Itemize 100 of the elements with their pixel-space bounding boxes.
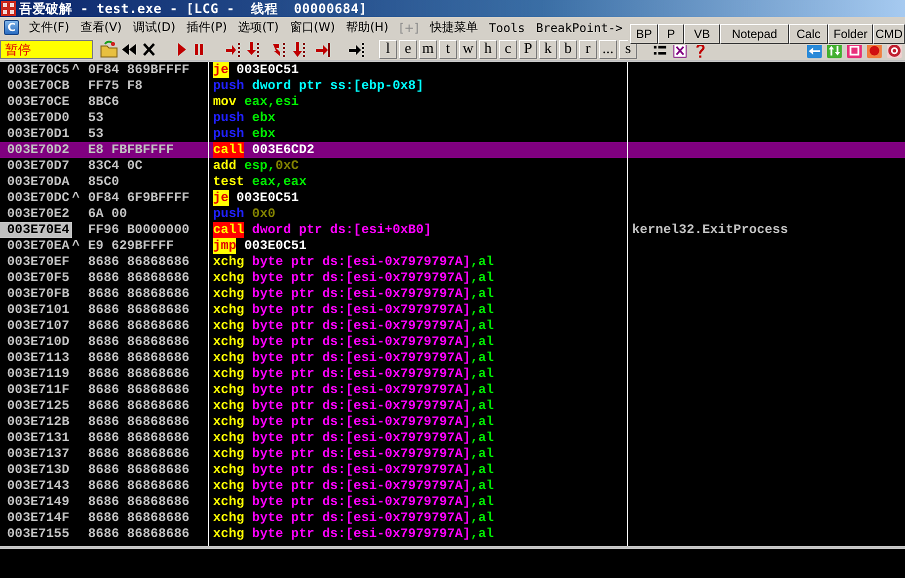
hex-cell: 8686 86868686 [88, 478, 190, 493]
quick-button[interactable]: BP [630, 24, 658, 44]
menu-item[interactable]: Tools [484, 18, 531, 37]
arrow-icon[interactable] [244, 40, 262, 58]
menu-item[interactable]: 调试(D) [128, 18, 182, 37]
menu-item[interactable]: BreakPoint-> [530, 18, 629, 37]
toolbar-button[interactable]: l [379, 40, 397, 58]
mnemonic-label: xchg [213, 286, 244, 302]
address-cell: 003E70D2 [6, 142, 70, 158]
toolbar-button[interactable]: w [459, 40, 477, 58]
address-cell: 003E70F5 [6, 270, 70, 286]
address-cell: 003E70E4 [6, 222, 70, 238]
operand-text: eax,eax [252, 174, 307, 190]
mnemonic-label: xchg [213, 510, 244, 526]
up-down-arrows-icon[interactable] [825, 45, 843, 59]
hex-cell: FF75 F8 [88, 78, 143, 93]
back-arrow-icon[interactable] [805, 45, 823, 59]
toolbar-button[interactable]: ... [599, 40, 617, 58]
hex-cell: 8686 86868686 [88, 286, 190, 301]
arrow-icon[interactable] [290, 40, 308, 58]
menu-item[interactable]: 查看(V) [75, 18, 128, 37]
mnemonic-label: xchg [213, 430, 244, 446]
hex-cell: 8686 86868686 [88, 414, 190, 429]
hex-cell: E9 629BFFFF [88, 238, 174, 253]
operand-text: byte ptr ds:[esi-0x7979797A],al [252, 510, 494, 526]
toolbar-button[interactable]: m [419, 40, 437, 58]
hex-cell: 8686 86868686 [88, 382, 190, 397]
mnemonic-label: xchg [213, 526, 244, 542]
mnemonic-label: push [213, 110, 244, 126]
app-logo: C [4, 20, 19, 35]
menu-item[interactable]: 快捷菜单 [424, 18, 484, 37]
toolbar-button[interactable]: c [499, 40, 517, 58]
mnemonic-label: push [213, 206, 244, 222]
menu-item[interactable]: 插件(P) [181, 18, 234, 37]
operand-text: ebx [252, 110, 276, 126]
target-icon[interactable] [885, 45, 903, 59]
menu-item[interactable]: 选项(T) [233, 18, 285, 37]
address-cell: 003E7143 [6, 478, 70, 494]
operand-text: byte ptr ds:[esi-0x7979797A],al [252, 462, 494, 478]
menu-item[interactable]: 窗口(W) [284, 18, 341, 37]
hex-cell: 8686 86868686 [88, 350, 190, 365]
address-cell: 003E7125 [6, 398, 70, 414]
mnemonic-label: je [213, 62, 229, 78]
hex-cell: 8686 86868686 [88, 510, 190, 525]
jump-marker: ^ [72, 238, 80, 253]
hex-cell: 8686 86868686 [88, 430, 190, 445]
quick-button[interactable]: CMD [873, 24, 905, 44]
quick-button[interactable]: P [658, 24, 684, 44]
quick-button[interactable]: Folder [828, 24, 873, 44]
menu-item[interactable]: 文件(F) [24, 18, 76, 37]
hex-cell: 53 [88, 110, 104, 125]
selected-row-highlight[interactable]: 003E70D2 E8 FBFBFFFF call 003E6CD2 [0, 142, 905, 158]
operand-text: byte ptr ds:[esi-0x7979797A],al [252, 494, 494, 510]
toolbar-button[interactable]: b [559, 40, 577, 58]
operand-text: byte ptr ds:[esi-0x7979797A],al [252, 270, 494, 286]
hex-cell: 83C4 0C [88, 158, 143, 173]
menu-item[interactable]: 帮助(H) [341, 18, 394, 37]
mnemonic-label: xchg [213, 462, 244, 478]
hex-cell: 8686 86868686 [88, 494, 190, 509]
hex-cell: 85C0 [88, 174, 120, 189]
toolbar-button[interactable]: e [399, 40, 417, 58]
mnemonic-label: je [213, 190, 229, 206]
tile-icon[interactable] [845, 45, 863, 59]
operand-text: 003E0C51 [236, 190, 299, 206]
address-cell: 003E7113 [6, 350, 70, 366]
address-cell: 003E7119 [6, 366, 70, 382]
mnemonic-label: xchg [213, 302, 244, 318]
hex-cell: 8686 86868686 [88, 526, 190, 541]
hex-cell: 8686 86868686 [88, 366, 190, 381]
comment-text: kernel32.ExitProcess [632, 222, 788, 237]
mnemonic-label: push [213, 126, 244, 142]
window-title: 吾爱破解 - test.exe - [LCG - 线程 00000684] [19, 0, 367, 18]
toolbar-button[interactable]: k [539, 40, 557, 58]
record-icon[interactable] [865, 45, 883, 59]
hex-cell: 8BC6 [88, 94, 120, 109]
operand-text: byte ptr ds:[esi-0x7979797A],al [252, 398, 494, 414]
quick-button[interactable]: Notepad [720, 24, 789, 44]
operand-text: byte ptr ds:[esi-0x7979797A],al [252, 526, 494, 542]
toolbar-button[interactable]: r [579, 40, 597, 58]
operand-text: 003E6CD2 [252, 142, 314, 158]
folder-icon[interactable] [100, 40, 118, 58]
address-cell: 003E70D0 [6, 110, 70, 126]
address-cell: 003E713D [6, 462, 70, 478]
hex-cell: 8686 86868686 [88, 302, 190, 317]
quick-button[interactable]: VB [684, 24, 720, 44]
mnemonic-label: xchg [213, 254, 244, 270]
toolbar-button[interactable]: P [519, 40, 537, 58]
address-cell: 003E7131 [6, 430, 70, 446]
operand-text: byte ptr ds:[esi-0x7979797A],al [252, 430, 494, 446]
hex-cell: E8 FBFBFFFF [88, 142, 174, 157]
toolbar-button[interactable]: t [439, 40, 457, 58]
toolbar-button[interactable]: h [479, 40, 497, 58]
grid-icon[interactable] [671, 45, 689, 59]
hex-cell: 8686 86868686 [88, 398, 190, 413]
hex-cell: 8686 86868686 [88, 318, 190, 333]
mnemonic-label: xchg [213, 446, 244, 462]
address-cell: 003E70D7 [6, 158, 70, 174]
app-icon [1, 1, 16, 16]
quick-button[interactable]: Calc [789, 24, 828, 44]
mnemonic-label: xchg [213, 494, 244, 510]
